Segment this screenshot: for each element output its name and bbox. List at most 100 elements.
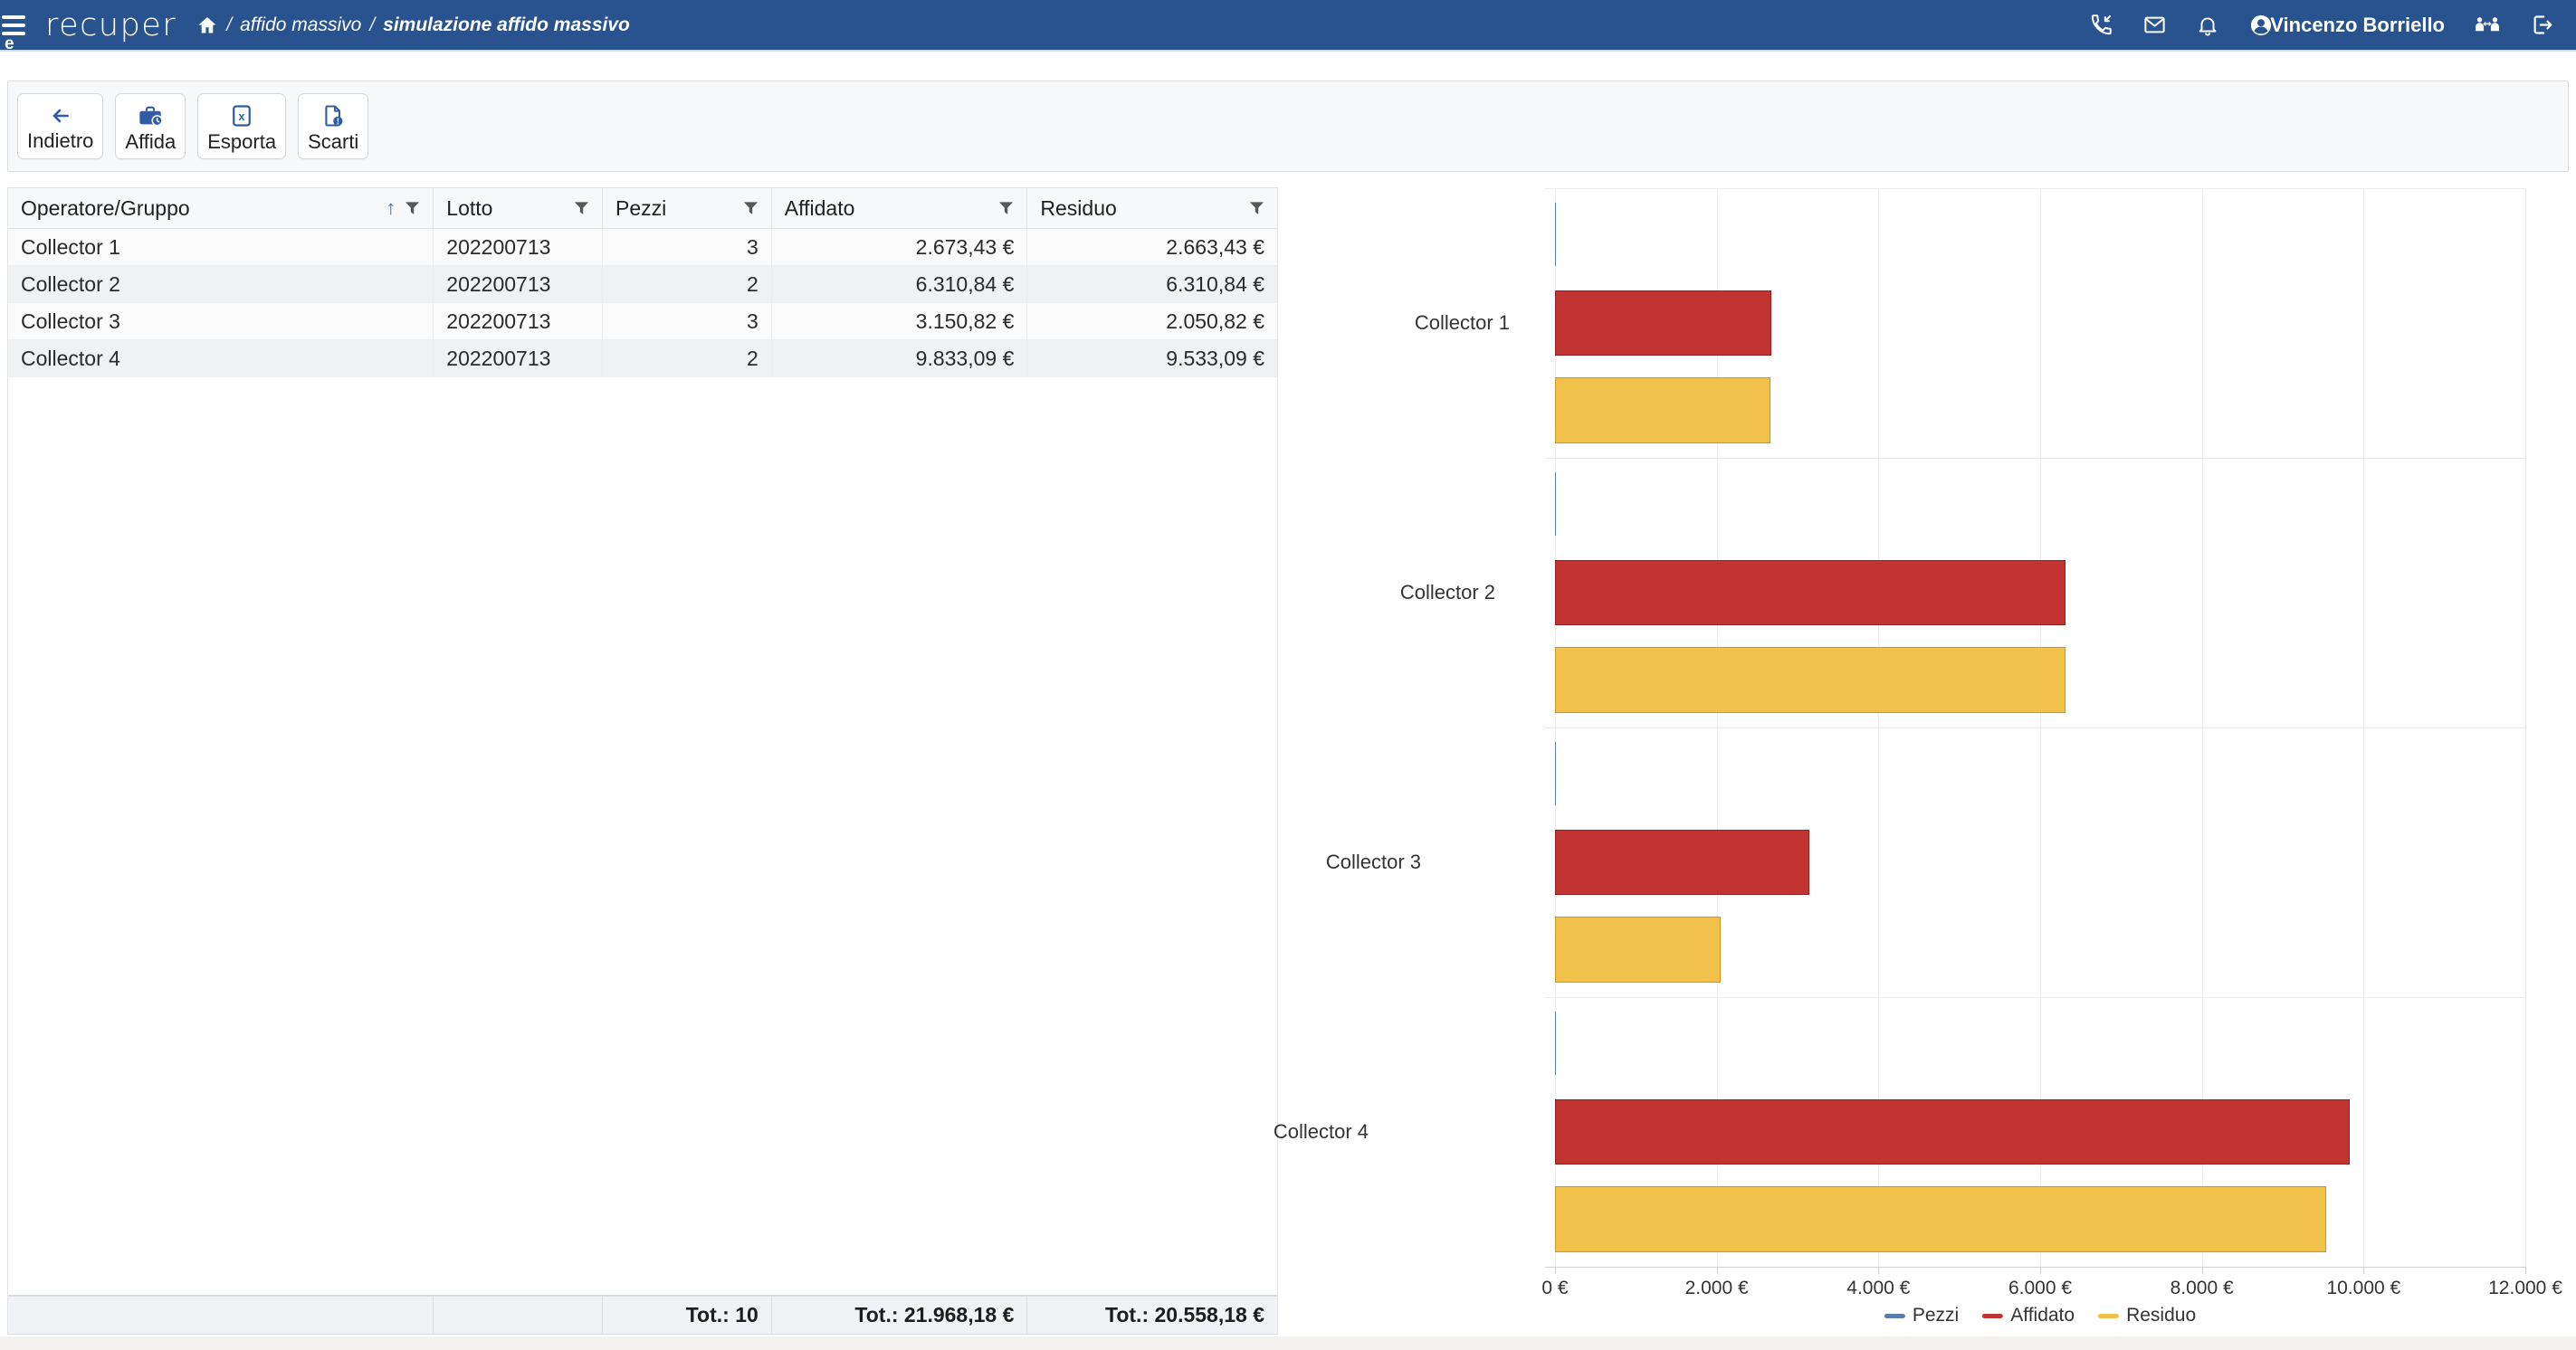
scarti-button-label: Scarti xyxy=(308,132,358,152)
breadcrumb-item[interactable]: affido massivo xyxy=(240,14,361,36)
people-transfer-icon[interactable] xyxy=(2474,13,2501,37)
legend-item-affidato[interactable]: Affidato xyxy=(1982,1305,2075,1326)
affida-button-label: Affida xyxy=(125,132,176,152)
footer-total-pezzi: Tot.: 10 xyxy=(603,1297,772,1334)
column-header-residuo[interactable]: Residuo xyxy=(1027,188,1277,228)
filter-icon[interactable] xyxy=(743,201,758,216)
scarti-button[interactable]: ! Scarti xyxy=(298,93,368,159)
table-cell: 3 xyxy=(603,229,772,265)
home-icon[interactable] xyxy=(196,14,218,36)
svg-text:x: x xyxy=(239,109,246,123)
bar-pezzi-4 xyxy=(1555,1012,1556,1075)
briefcase-clock-icon xyxy=(136,103,165,128)
user-name: Vincenzo Borriello xyxy=(2270,14,2445,37)
column-header-lotto[interactable]: Lotto xyxy=(434,188,603,228)
legend-item-pezzi[interactable]: Pezzi xyxy=(1884,1305,1959,1326)
logout-icon[interactable] xyxy=(2530,13,2554,37)
x-axis-label: 8.000 € xyxy=(2171,1278,2234,1299)
axis-tick xyxy=(2525,1267,2526,1274)
esporta-button-label: Esporta xyxy=(207,132,276,152)
table-cell: 2 xyxy=(603,340,772,376)
filter-icon[interactable] xyxy=(574,201,589,216)
column-header-operatore-gruppo[interactable]: Operatore/Gruppo↑ xyxy=(8,188,434,228)
x-axis-label: 12.000 € xyxy=(2488,1278,2562,1299)
band-separator xyxy=(1545,458,2525,459)
legend-item-residuo[interactable]: Residuo xyxy=(2098,1305,2196,1326)
table-cell: 2.673,43 € xyxy=(772,229,1028,265)
x-axis-label: 10.000 € xyxy=(2326,1278,2400,1299)
back-arrow-icon xyxy=(48,104,73,128)
affida-button[interactable]: Affida xyxy=(115,93,186,159)
footer-total-residuo: Tot.: 20.558,18 € xyxy=(1027,1297,1277,1334)
table-row[interactable]: Collector 220220071326.310,84 €6.310,84 … xyxy=(8,266,1277,303)
table-row[interactable]: Collector 320220071333.150,82 €2.050,82 … xyxy=(8,303,1277,340)
table-cell: 2.663,43 € xyxy=(1027,229,1277,265)
category-label: Collector 2 xyxy=(1400,581,1495,604)
axis-tick xyxy=(1717,1267,1718,1274)
user-menu[interactable]: Vincenzo Borriello xyxy=(2248,13,2445,38)
bell-icon[interactable] xyxy=(2196,14,2219,37)
results-table: Operatore/Gruppo↑LottoPezziAffidatoResid… xyxy=(7,187,1278,1335)
legend-label: Affidato xyxy=(2010,1305,2075,1326)
excel-file-icon: x xyxy=(229,103,254,128)
page-bottom-strip xyxy=(0,1336,2576,1350)
bar-residuo-3 xyxy=(1555,917,1721,983)
phone-incoming-icon[interactable] xyxy=(2089,13,2113,37)
table-cell: 9.533,09 € xyxy=(1027,340,1277,376)
footer-cell xyxy=(8,1297,434,1334)
table-cell: 3.150,82 € xyxy=(772,303,1028,339)
axis-tick xyxy=(2040,1267,2041,1274)
table-cell: 202200713 xyxy=(434,303,603,339)
svg-text:!: ! xyxy=(337,117,339,127)
table-cell: Collector 2 xyxy=(8,266,434,302)
bar-affidato-3 xyxy=(1555,830,1809,895)
bar-pezzi-3 xyxy=(1555,742,1556,805)
sort-asc-icon[interactable]: ↑ xyxy=(386,198,396,218)
table-cell: 202200713 xyxy=(434,266,603,302)
action-toolbar: Indietro Affida x Esporta xyxy=(7,81,2569,172)
table-cell: 2.050,82 € xyxy=(1027,303,1277,339)
filter-icon[interactable] xyxy=(1249,201,1264,216)
table-cell: 202200713 xyxy=(434,340,603,376)
bar-affidato-4 xyxy=(1555,1099,2350,1165)
bar-residuo-4 xyxy=(1555,1186,2326,1252)
content-area: Operatore/Gruppo↑LottoPezziAffidatoResid… xyxy=(0,172,2576,1336)
column-header-pezzi[interactable]: Pezzi xyxy=(603,188,772,228)
bar-pezzi-1 xyxy=(1555,203,1556,266)
x-axis-label: 4.000 € xyxy=(1846,1278,1910,1299)
x-axis-line xyxy=(1545,1267,2525,1268)
filter-icon[interactable] xyxy=(998,201,1014,216)
filter-icon[interactable] xyxy=(405,201,420,216)
table-body: Collector 120220071332.673,43 €2.663,43 … xyxy=(8,229,1277,377)
table-row[interactable]: Collector 120220071332.673,43 €2.663,43 … xyxy=(8,229,1277,266)
breadcrumb: / affido massivo / simulazione affido ma… xyxy=(196,14,630,36)
breadcrumb-item-current: simulazione affido massivo xyxy=(383,14,630,36)
legend-swatch xyxy=(2098,1314,2119,1318)
table-footer-row: Tot.: 10 Tot.: 21.968,18 € Tot.: 20.558,… xyxy=(8,1295,1277,1335)
axis-tick xyxy=(1555,1267,1556,1274)
table-cell: 2 xyxy=(603,266,772,302)
bar-pezzi-2 xyxy=(1555,472,1556,536)
mail-icon[interactable] xyxy=(2142,13,2167,37)
band-separator xyxy=(1545,997,2525,998)
column-header-affidato[interactable]: Affidato xyxy=(772,188,1028,228)
footer-cell xyxy=(434,1297,603,1334)
sidebar-collapsed-letter: e xyxy=(5,34,14,54)
file-warning-icon: ! xyxy=(320,103,346,128)
table-row[interactable]: Collector 420220071329.833,09 €9.533,09 … xyxy=(8,340,1277,377)
axis-tick xyxy=(2202,1267,2203,1274)
esporta-button[interactable]: x Esporta xyxy=(197,93,286,159)
table-cell: Collector 1 xyxy=(8,229,434,265)
category-label: Collector 3 xyxy=(1326,851,1421,874)
bar-affidato-2 xyxy=(1555,560,2066,625)
app-logo: recuper xyxy=(45,7,177,43)
table-cell: 9.833,09 € xyxy=(772,340,1028,376)
axis-tick xyxy=(1878,1267,1879,1274)
legend-label: Residuo xyxy=(2126,1305,2196,1326)
band-separator xyxy=(1545,727,2525,728)
footer-total-affidato: Tot.: 21.968,18 € xyxy=(772,1297,1028,1334)
back-button[interactable]: Indietro xyxy=(17,93,103,159)
category-label: Collector 1 xyxy=(1415,311,1510,335)
x-axis-label: 6.000 € xyxy=(2008,1278,2072,1299)
back-button-label: Indietro xyxy=(27,131,93,151)
